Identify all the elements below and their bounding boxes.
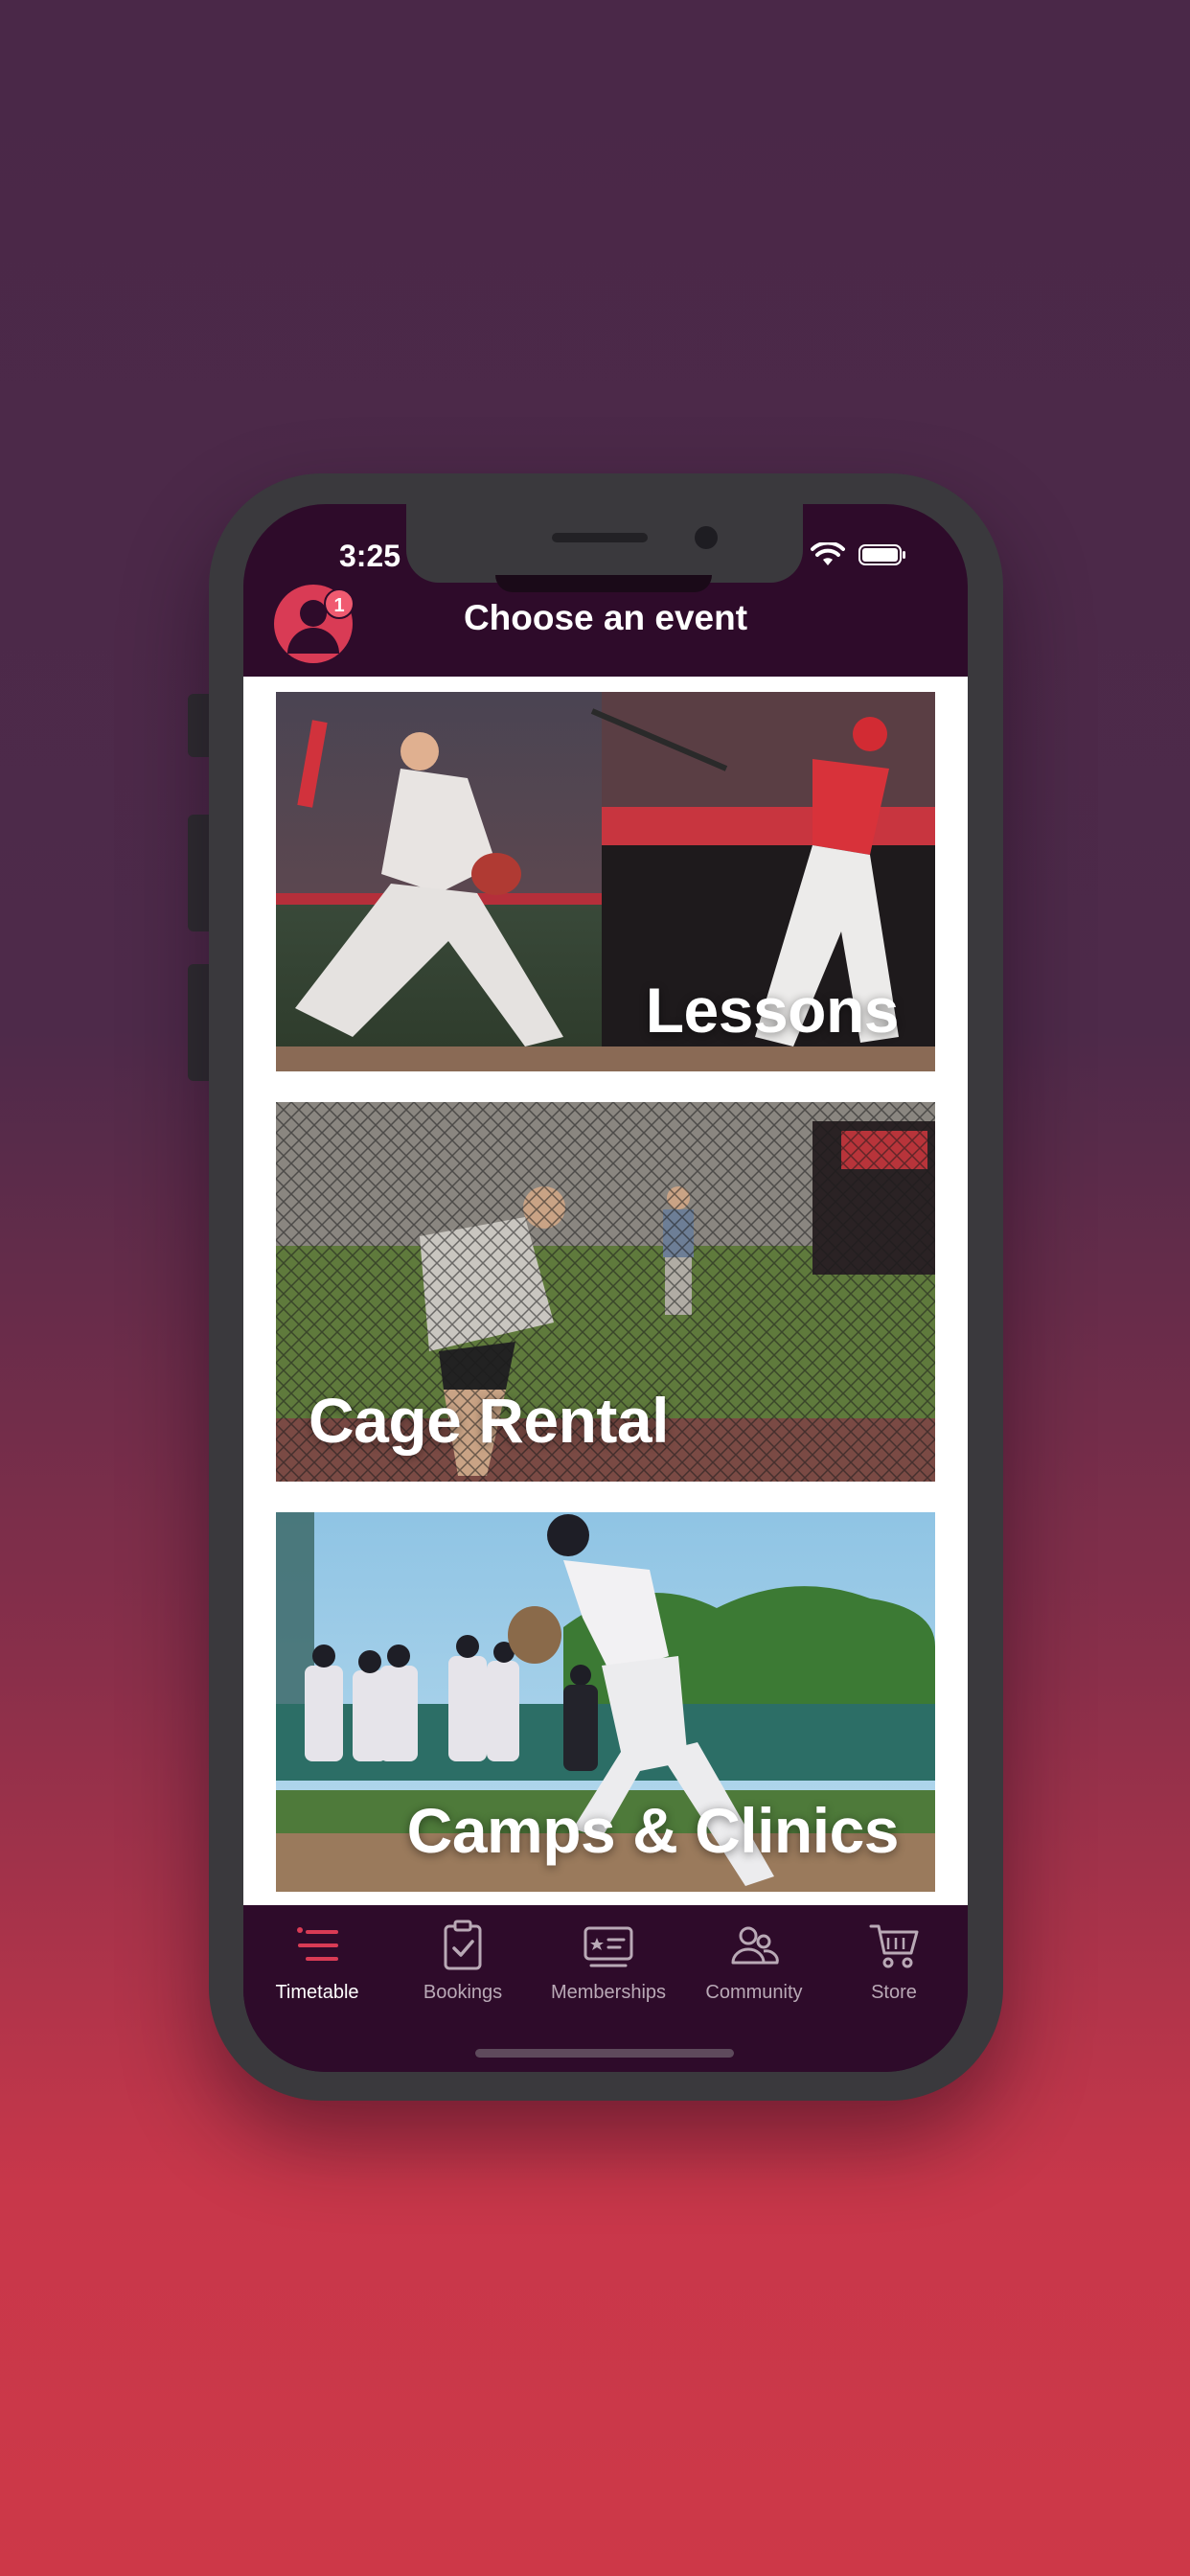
app-screen: 3:25 1 Choose an event Lessons Cage Rent…	[243, 504, 968, 2072]
event-card-cage-rental[interactable]: Cage Rental	[276, 1102, 935, 1482]
page-title: Choose an event	[463, 598, 748, 637]
people-icon	[731, 1926, 779, 1965]
clipboard-check-icon	[444, 1920, 482, 1970]
tab-memberships[interactable]: Memberships	[536, 1919, 681, 2024]
notch-sensor-housing	[495, 575, 712, 592]
tab-label: Memberships	[550, 1982, 667, 2003]
speaker-grille	[552, 533, 648, 542]
cart-icon	[869, 1924, 919, 1968]
tab-label: Community	[705, 1982, 803, 2003]
wifi-icon	[811, 542, 845, 565]
event-title: Cage Rental	[309, 1385, 669, 1456]
membership-card-icon	[584, 1926, 633, 1967]
status-time: 3:25	[339, 539, 401, 573]
event-list: Lessons Cage Rental Camps & Clinics	[243, 677, 968, 1905]
tab-bar: Timetable Bookings Memberships Community…	[243, 1905, 968, 2072]
tab-label: Store	[871, 1982, 917, 2003]
tab-timetable[interactable]: Timetable	[244, 1919, 390, 2024]
front-camera	[695, 526, 718, 549]
volume-down-button	[188, 964, 211, 1081]
event-title: Lessons	[645, 975, 900, 1046]
event-card-lessons[interactable]: Lessons	[276, 692, 935, 1071]
mute-switch	[188, 694, 211, 757]
volume-up-button	[188, 815, 211, 932]
event-title: Camps & Clinics	[406, 1795, 900, 1866]
event-card-camps-clinics[interactable]: Camps & Clinics	[276, 1512, 935, 1892]
tab-label: Timetable	[275, 1982, 359, 2003]
tab-community[interactable]: Community	[681, 1919, 827, 2024]
tab-store[interactable]: Store	[821, 1919, 967, 2024]
home-indicator[interactable]	[475, 2049, 734, 2058]
battery-icon	[858, 544, 905, 565]
list-icon	[297, 1927, 338, 1961]
tab-label: Bookings	[423, 1982, 503, 2003]
tab-bookings[interactable]: Bookings	[390, 1919, 536, 2024]
